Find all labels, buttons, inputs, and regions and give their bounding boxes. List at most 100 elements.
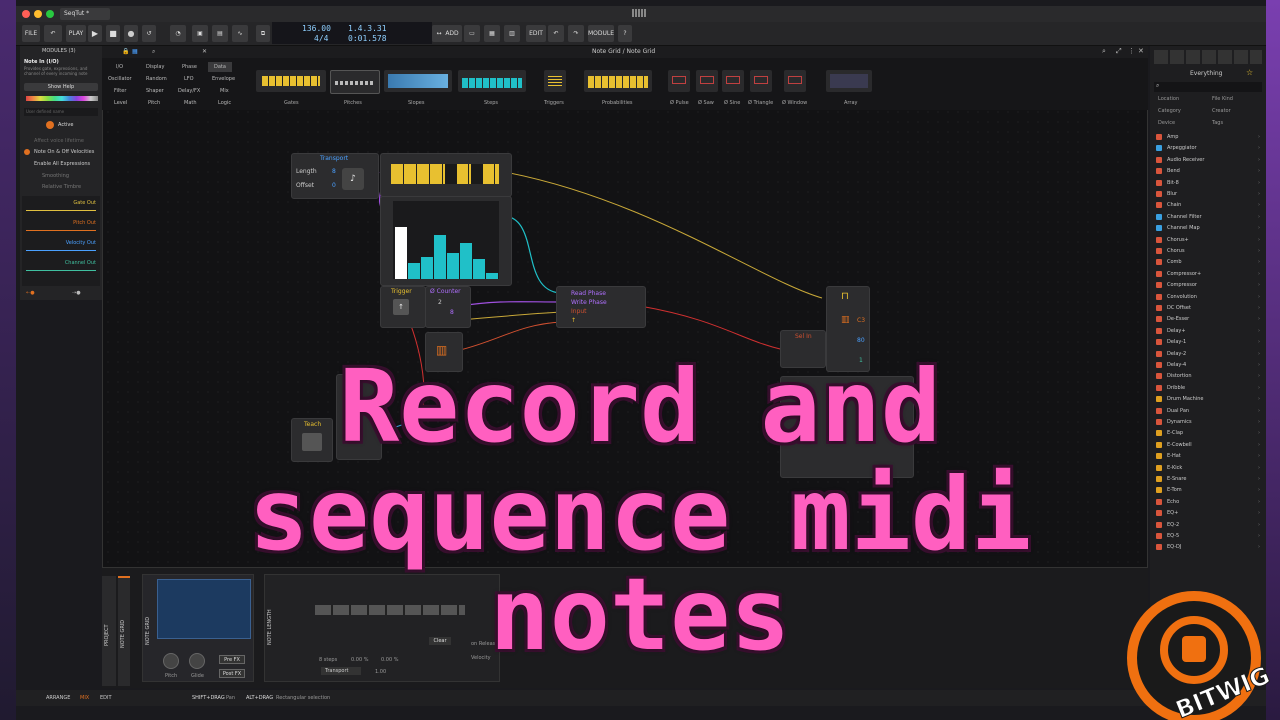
chevron-right-icon: › (1258, 191, 1260, 197)
browser-item[interactable]: Blur › (1156, 189, 1260, 199)
device-icon (1156, 316, 1162, 323)
filter-tags[interactable]: Tags (1212, 120, 1223, 126)
browser-item-label: Blur (1167, 191, 1178, 197)
transport-title: Transport (320, 155, 349, 162)
filter-title: Everything (1190, 70, 1223, 77)
chevron-right-icon: › (1258, 145, 1260, 152)
counter-num[interactable]: 2 (438, 299, 442, 306)
browser-item[interactable]: Channel Map › (1156, 223, 1260, 233)
write-phase-label: Write Phase (571, 299, 607, 306)
browser-item[interactable]: Compressor › (1156, 280, 1260, 290)
chevron-right-icon: › (1258, 305, 1260, 311)
browser-item-label: Bit-8 (1167, 179, 1179, 186)
device-icon (1156, 248, 1162, 254)
trigger-arrow-icon[interactable]: ↑ (393, 299, 409, 315)
note-velocity[interactable]: 80 (857, 337, 865, 344)
note-rate-icon[interactable]: ♪ (342, 168, 364, 190)
device-icon (1156, 191, 1162, 197)
read-phase-label: Read Phase (571, 290, 606, 297)
chevron-right-icon: › (1258, 213, 1260, 220)
browser-item[interactable]: Bit-8 › (1156, 178, 1260, 188)
gate-pulse-icon: ⊓ (841, 291, 849, 302)
counter-title: Ø Counter (430, 288, 461, 295)
device-icon (1156, 259, 1162, 266)
filter-location[interactable]: Location (1158, 96, 1179, 102)
device-icon (1156, 168, 1162, 175)
note-c3[interactable]: C3 (857, 317, 865, 324)
device-icon (1156, 134, 1162, 140)
input-label: Input (571, 308, 587, 315)
filter-creator[interactable]: Creator (1212, 108, 1231, 114)
filter-category[interactable]: Category (1158, 108, 1181, 114)
chevron-right-icon: › (1258, 134, 1260, 140)
browser-item[interactable]: Compressor+ › (1156, 269, 1260, 279)
counter-node[interactable]: Ø Counter 2 8 (425, 286, 471, 328)
device-icon (1156, 327, 1162, 334)
browser-item[interactable]: Delay-1 › (1156, 337, 1260, 347)
browser-item-label: DC Offset (1167, 305, 1191, 311)
browser-tabs[interactable] (1154, 50, 1262, 64)
device-icon (1156, 305, 1162, 311)
browser-item-label: Delay+ (1167, 327, 1186, 334)
device-icon (1156, 282, 1162, 289)
favorite-star-icon[interactable]: ☆ (1246, 68, 1253, 77)
offset-label: Offset (296, 182, 315, 189)
length-value[interactable]: 8 (332, 168, 336, 175)
browser-item-label: Convolution (1167, 293, 1197, 300)
browser-item[interactable]: Arpeggiator › (1156, 143, 1260, 153)
arrange-tab[interactable]: ARRANGE (46, 695, 70, 701)
mix-tab[interactable]: MIX (80, 695, 89, 701)
chevron-right-icon: › (1258, 202, 1260, 209)
gates-node[interactable] (380, 153, 512, 197)
shift-drag-hint: SHIFT+DRAG (192, 695, 225, 701)
pan-hint: Pan (226, 695, 236, 701)
browser-item-label: Comb (1167, 259, 1182, 266)
sel-in-label: Sel In (795, 333, 812, 340)
browser-search-input[interactable]: ⌕ (1154, 82, 1262, 92)
device-icon (1156, 179, 1162, 186)
browser-item-label: Arpeggiator (1167, 145, 1197, 152)
overlay-line-1: Record and (338, 348, 942, 465)
edit-tab[interactable]: EDIT (100, 695, 112, 701)
overlay-line-3: notes (489, 556, 791, 673)
browser-item[interactable]: DC Offset › (1156, 303, 1260, 313)
steps-node[interactable] (380, 196, 512, 286)
browser-item[interactable]: Convolution › (1156, 292, 1260, 302)
pitch-label: Pitch (165, 673, 178, 679)
browser-item[interactable]: Delay+ › (1156, 326, 1260, 336)
counter-den[interactable]: 8 (450, 309, 454, 316)
browser-item-label: Audio Receiver (1167, 156, 1205, 163)
chevron-right-icon: › (1258, 156, 1260, 163)
array-node[interactable]: Read Phase Write Phase Input ↑ (556, 286, 646, 328)
write-trigger-icon: ↑ (571, 317, 577, 324)
browser-item-label: Compressor+ (1167, 270, 1202, 277)
pitch-keys-icon: ▥ (841, 315, 850, 325)
chevron-right-icon: › (1258, 339, 1260, 346)
browser-item-label: Channel Filter (1167, 213, 1202, 220)
browser-item-label: Chain (1167, 202, 1182, 209)
transport-node[interactable]: Transport Length 8 Offset 0 ♪ (291, 153, 379, 199)
browser-item[interactable]: Amp › (1156, 132, 1260, 142)
chevron-right-icon: › (1258, 327, 1260, 334)
device-icon (1156, 213, 1162, 220)
browser-item[interactable]: Chain › (1156, 200, 1260, 210)
browser-item[interactable]: Channel Filter › (1156, 212, 1260, 222)
browser-item[interactable]: Chorus+ › (1156, 235, 1260, 245)
rect-selection-hint: Rectangular selection (276, 695, 331, 701)
device-icon (1156, 293, 1162, 300)
chevron-right-icon: › (1258, 168, 1260, 175)
filter-device[interactable]: Device (1158, 120, 1175, 126)
trigger-node[interactable]: Trigger ↑ (380, 286, 426, 328)
chevron-right-icon: › (1258, 282, 1260, 289)
filter-file-kind[interactable]: File Kind (1212, 96, 1233, 102)
device-icon (1156, 339, 1162, 346)
offset-value[interactable]: 0 (332, 182, 336, 189)
browser-item[interactable]: De-Esser › (1156, 314, 1260, 324)
device-icon (1156, 236, 1162, 243)
browser-item[interactable]: Bend › (1156, 166, 1260, 176)
browser-item[interactable]: Comb › (1156, 257, 1260, 267)
browser-item[interactable]: Audio Receiver › (1156, 155, 1260, 165)
browser-item[interactable]: Chorus › (1156, 246, 1260, 256)
browser-item-label: Channel Map (1167, 225, 1200, 232)
browser-item-label: Delay-1 (1167, 339, 1187, 346)
